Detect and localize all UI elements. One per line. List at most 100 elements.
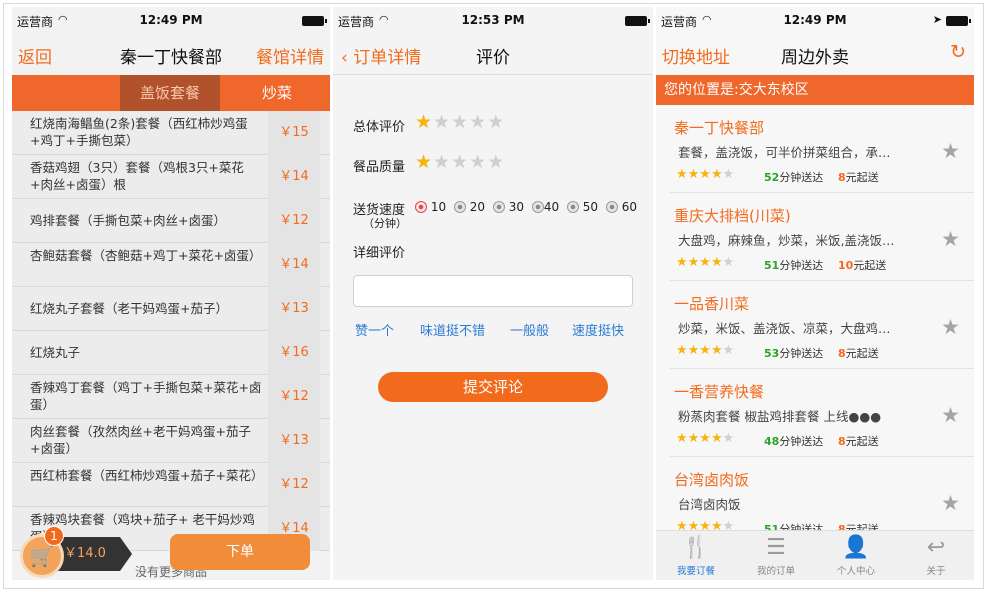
restaurant-item[interactable]: 一品香川菜 炒菜，米饭、盖浇饭、凉菜，大盘鸡… ★★★★★ 53分钟送达 8元起… <box>670 281 974 369</box>
radio-60[interactable]: 60 <box>602 200 637 214</box>
radio-label: 30 <box>508 200 524 214</box>
list-item[interactable]: 杏鲍菇套餐（杏鲍菇+鸡丁+菜花+卤蛋） ￥14 <box>12 243 330 287</box>
item-price: ￥13 <box>268 287 320 331</box>
radio-30[interactable]: 30 <box>489 200 524 214</box>
rating-stars: ★★★★★ <box>676 343 735 358</box>
star-icon[interactable]: ★ <box>433 111 451 133</box>
tab-about[interactable]: ↩ 关于 <box>896 531 974 580</box>
restaurant-desc: 台湾卤肉饭 <box>678 497 741 512</box>
quick-tag-great[interactable]: 赞一个 <box>355 320 394 339</box>
quality-rating-stars[interactable]: ★★★★★ <box>415 151 505 173</box>
star-icon[interactable]: ★ <box>451 151 469 173</box>
speed-radio-group: 10 20 30 40 50 60 <box>411 200 637 214</box>
list-item[interactable]: 香辣鸡丁套餐（鸡丁+手撕包菜+菜花+卤蛋） ￥12 <box>12 375 330 419</box>
item-price: ￥12 <box>268 463 320 507</box>
radio-10[interactable]: 10 <box>411 200 446 214</box>
tab-my-orders[interactable]: ☰ 我的订单 <box>736 531 816 580</box>
min-order: 8元起送 <box>838 347 879 360</box>
category-tab-stir-fry[interactable]: 炒菜 <box>262 75 298 111</box>
favorite-star-icon[interactable]: ★ <box>941 227 960 251</box>
radio-20[interactable]: 20 <box>450 200 485 214</box>
restaurant-item[interactable]: 一香营养快餐 粉蒸肉套餐 椒盐鸡排套餐 上线●●● ★★★★★ 48分钟送达 8… <box>670 369 974 457</box>
cart-count-badge: 1 <box>44 526 64 546</box>
clock: 12:49 PM <box>139 13 203 27</box>
place-order-button[interactable]: 下单 <box>170 534 310 570</box>
list-item[interactable]: 西红柿套餐（西红柿炒鸡蛋+茄子+菜花） ￥12 <box>12 463 330 507</box>
favorite-star-icon[interactable]: ★ <box>941 491 960 515</box>
overall-rating-stars[interactable]: ★★★★★ <box>415 111 505 133</box>
item-name: 鸡排套餐（手撕包菜+肉丝+卤蛋） <box>30 213 226 228</box>
tab-label: 我要订餐 <box>676 566 715 577</box>
star-icon[interactable]: ★ <box>487 151 505 173</box>
star-icon[interactable]: ★ <box>469 151 487 173</box>
quality-rating-label: 餐品质量 <box>353 160 406 175</box>
restaurant-name: 一品香川菜 <box>674 295 750 313</box>
list-item[interactable]: 香菇鸡翅（3只）套餐（鸡根3只+菜花+肉丝+卤蛋）根 ￥14 <box>12 155 330 199</box>
restaurant-desc: 炒菜，米饭、盖浇饭、凉菜，大盘鸡… <box>678 321 891 336</box>
tab-label: 个人中心 <box>836 566 875 577</box>
cart-total[interactable]: ￥14.0 <box>52 537 132 571</box>
status-bar: 运营商 ◠ 12:53 PM <box>333 7 653 31</box>
delivery-time: 52分钟送达 <box>764 171 824 184</box>
item-name: 红烧丸子套餐（老干妈鸡蛋+茄子） <box>30 301 228 316</box>
list-item[interactable]: 鸡排套餐（手撕包菜+肉丝+卤蛋） ￥12 <box>12 199 330 243</box>
restaurant-details-button[interactable]: 餐馆详情 <box>256 43 324 68</box>
radio-50[interactable]: 50 <box>563 200 598 214</box>
star-icon[interactable]: ★ <box>415 111 433 133</box>
list-item[interactable]: 红烧丸子套餐（老干妈鸡蛋+茄子） ￥13 <box>12 287 330 331</box>
submit-review-button[interactable]: 提交评论 <box>378 372 608 402</box>
status-bar: 运营商 ◠ 12:49 PM <box>12 7 330 31</box>
nearby-screen: 运营商 ◠ 12:49 PM ➤ 切换地址 周边外卖 ↻ 您的位置是:交大东校区… <box>656 7 974 580</box>
radio-icon[interactable] <box>531 201 544 213</box>
favorite-star-icon[interactable]: ★ <box>941 139 960 163</box>
star-icon[interactable]: ★ <box>415 151 433 173</box>
star-icon[interactable]: ★ <box>451 111 469 133</box>
page-title: 周边外卖 <box>781 48 849 68</box>
restaurant-item[interactable]: 秦一丁快餐部 套餐，盖浇饭，可半价拼菜组合，承… ★★★★★ 52分钟送达 8元… <box>670 105 974 193</box>
category-tab-rice-set[interactable]: 盖饭套餐 <box>120 75 220 117</box>
detail-review-input[interactable] <box>353 275 633 307</box>
radio-icon[interactable] <box>605 201 618 213</box>
list-item[interactable]: 红烧丸子 ￥16 <box>12 331 330 375</box>
restaurant-desc: 套餐，盖浇饭，可半价拼菜组合，承… <box>678 145 891 160</box>
quick-tag-fast[interactable]: 速度挺快 <box>572 320 624 339</box>
detail-review-label: 详细评价 <box>353 246 406 261</box>
back-arrow-icon: ↩ <box>926 535 946 560</box>
quick-tag-average[interactable]: 一般般 <box>510 320 549 339</box>
battery-icon <box>625 16 650 26</box>
favorite-star-icon[interactable]: ★ <box>941 403 960 427</box>
tab-profile[interactable]: 👤 个人中心 <box>816 531 896 580</box>
menu-screen: 运营商 ◠ 12:49 PM 返回 秦一丁快餐部 餐馆详情 盖饭套餐 炒菜 红烧… <box>12 7 330 580</box>
tab-order-food[interactable]: 🍴 我要订餐 <box>656 531 736 580</box>
status-bar: 运营商 ◠ 12:49 PM ➤ <box>656 7 974 31</box>
radio-icon[interactable] <box>492 201 505 213</box>
radio-icon[interactable] <box>453 201 466 213</box>
item-name: 红烧南海鲳鱼(2条)套餐（西红柿炒鸡蛋+鸡丁+手撕包菜） <box>30 116 248 148</box>
radio-40[interactable]: 40 <box>528 200 559 214</box>
radio-icon[interactable] <box>415 201 427 213</box>
restaurant-item[interactable]: 重庆大排档(川菜) 大盘鸡，麻辣鱼，炒菜，米饭,盖浇饭… ★★★★★ 51分钟送… <box>670 193 974 281</box>
quick-tag-tasty[interactable]: 味道挺不错 <box>420 320 485 339</box>
refresh-icon[interactable]: ↻ <box>950 41 966 63</box>
tab-label: 我的订单 <box>756 566 795 577</box>
radio-icon[interactable] <box>566 201 579 213</box>
item-name: 杏鲍菇套餐（杏鲍菇+鸡丁+菜花+卤蛋） <box>30 248 262 263</box>
star-icon[interactable]: ★ <box>433 151 451 173</box>
star-icon[interactable]: ★ <box>469 111 487 133</box>
item-price: ￥12 <box>268 375 320 419</box>
item-name: 红烧丸子 <box>30 345 81 360</box>
rating-stars: ★★★★★ <box>676 431 735 446</box>
star-icon[interactable]: ★ <box>487 111 505 133</box>
radio-label: 40 <box>543 200 560 214</box>
battery-icon <box>946 16 971 26</box>
list-item[interactable]: 红烧南海鲳鱼(2条)套餐（西红柿炒鸡蛋+鸡丁+手撕包菜） ￥15 <box>12 111 330 155</box>
min-order: 8元起送 <box>838 171 879 184</box>
delivery-time: 53分钟送达 <box>764 347 824 360</box>
min-order: 10元起送 <box>838 259 887 272</box>
item-price: ￥13 <box>268 419 320 463</box>
item-name: 香辣鸡丁套餐（鸡丁+手撕包菜+菜花+卤蛋） <box>30 380 262 412</box>
navigation-bar: 返回 秦一丁快餐部 餐馆详情 <box>12 31 330 75</box>
list-item[interactable]: 肉丝套餐（孜然肉丝+老干妈鸡蛋+茄子+卤蛋） ￥13 <box>12 419 330 463</box>
favorite-star-icon[interactable]: ★ <box>941 315 960 339</box>
overall-rating-label: 总体评价 <box>353 120 406 135</box>
